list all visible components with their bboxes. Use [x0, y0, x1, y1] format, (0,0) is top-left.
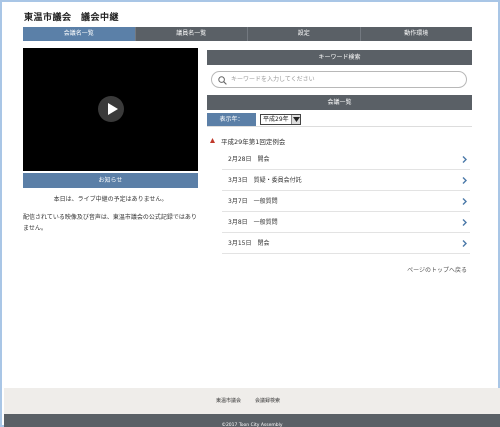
keyword-search-header: キーワード検索: [207, 50, 472, 65]
meeting-items: 2月28日 開会 3月3日 質疑・委員会付託 3月7日 一般質問 3月8日 一般…: [222, 149, 470, 254]
search-box: [211, 71, 467, 88]
meeting-item-label: 3月8日 一般質問: [228, 219, 278, 226]
tab-member-list[interactable]: 議員名一覧: [136, 27, 248, 41]
meeting-item[interactable]: 2月28日 開会: [222, 149, 470, 170]
meeting-item[interactable]: 3月8日 一般質問: [222, 212, 470, 233]
chevron-right-icon: [462, 198, 467, 205]
chevron-right-icon: [462, 219, 467, 226]
chevron-down-icon: [291, 115, 300, 124]
play-icon[interactable]: [98, 96, 124, 122]
footer-link-assembly[interactable]: 東温市議会: [216, 397, 241, 404]
page-top-link[interactable]: ページのトップへ戻る: [407, 265, 467, 274]
footer-link-minutes-search[interactable]: 会議録検索: [255, 397, 280, 404]
notice-text: 本日は、ライブ中継の予定はありません。: [53, 196, 168, 203]
year-label: 表示年：: [207, 113, 256, 126]
year-select-value: 平成29年: [263, 116, 289, 123]
tab-environment[interactable]: 動作環境: [361, 27, 473, 41]
video-player[interactable]: [23, 48, 198, 171]
meeting-item[interactable]: 3月3日 質疑・委員会付託: [222, 170, 470, 191]
search-input[interactable]: [231, 74, 461, 85]
meeting-item-label: 3月15日 閉会: [228, 240, 270, 247]
chevron-right-icon: [462, 240, 467, 247]
meeting-list-header: 会議一覧: [207, 95, 472, 110]
tab-meeting-list[interactable]: 会議名一覧: [23, 27, 136, 41]
triangle-up-icon: [210, 138, 215, 143]
site-title: 東温市議会 議会中継: [24, 13, 120, 23]
search-icon: [218, 76, 227, 85]
notice-header: お知らせ: [23, 173, 198, 188]
disclaimer-text: 配信されている映像及び音声は、東温市議会の公式記録ではありません。: [23, 214, 197, 232]
meeting-item-label: 3月7日 一般質問: [228, 198, 278, 205]
meeting-item[interactable]: 3月15日 閉会: [222, 233, 470, 254]
chevron-right-icon: [462, 156, 467, 163]
main-nav: 会議名一覧 議員名一覧 設定 動作環境: [23, 27, 472, 41]
footer-links: 東温市議会 会議録検索: [4, 388, 500, 414]
footer-copyright: ©2017 Toon City Assembly: [4, 414, 500, 427]
meeting-item-label: 3月3日 質疑・委員会付託: [228, 177, 302, 184]
page-frame: 東温市議会 議会中継 会議名一覧 議員名一覧 設定 動作環境 お知らせ 本日は、…: [0, 0, 500, 427]
tab-settings[interactable]: 設定: [248, 27, 361, 41]
divider: [207, 126, 472, 127]
session-title-label: 平成29年第1回定例会: [221, 138, 286, 146]
chevron-right-icon: [462, 177, 467, 184]
meeting-item[interactable]: 3月7日 一般質問: [222, 191, 470, 212]
meeting-item-label: 2月28日 開会: [228, 156, 270, 163]
session-title[interactable]: 平成29年第1回定例会: [210, 136, 286, 146]
year-select[interactable]: 平成29年: [260, 114, 301, 125]
